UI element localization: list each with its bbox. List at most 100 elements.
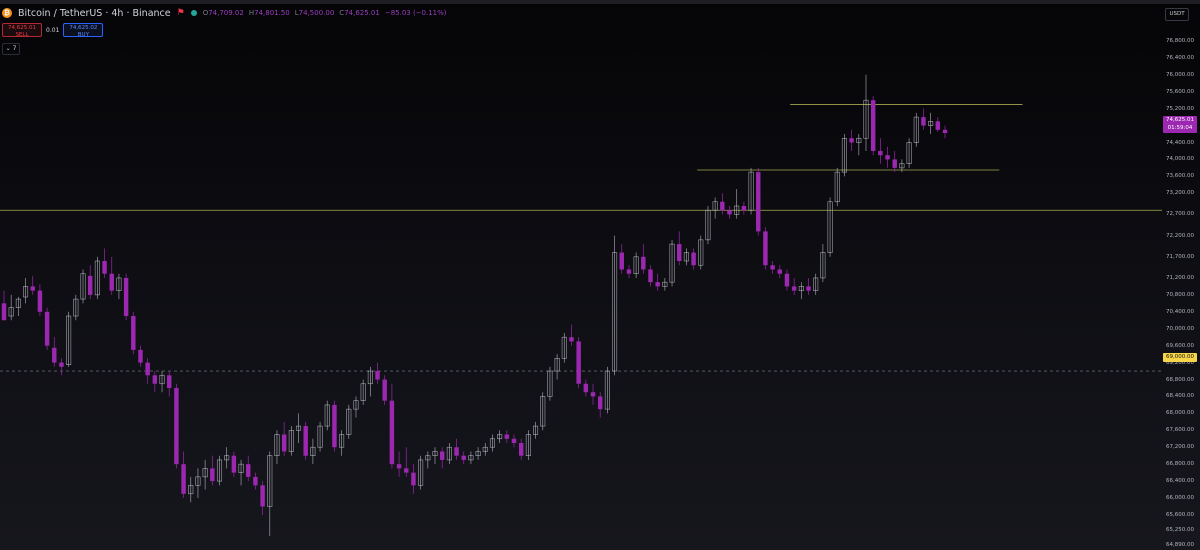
price-tick: 68,800.00 [1166,376,1194,383]
price-tick: 71,700.00 [1166,253,1194,260]
candle-body [921,117,926,126]
candle-body [770,265,775,270]
level-price-tag: 69,000.00 [1163,353,1197,362]
trade-panel: 74,625.01 SELL 0.01 74,625.02 BUY [2,23,104,38]
symbol-title[interactable]: Bitcoin / TetherUS · 4h · Binance [18,8,171,19]
candle-body [102,261,107,274]
candle-body [30,286,35,291]
price-tick: 73,600.00 [1166,173,1194,180]
candle-body [37,290,43,312]
candle-body [655,282,660,287]
sell-price: 74,625.01 [8,25,36,31]
candle-body [210,468,215,482]
candle-body [439,451,445,460]
candle-body [590,392,596,397]
price-tick: 75,600.00 [1166,88,1194,95]
candle-body [511,438,517,444]
price-tick: 68,000.00 [1166,410,1194,417]
price-tick: 65,600.00 [1166,511,1194,518]
price-tick: 66,800.00 [1166,461,1194,468]
price-tick: 66,400.00 [1166,478,1194,485]
candle-body [576,341,581,384]
price-tick: 74,000.00 [1166,156,1194,163]
candle-body [461,455,466,460]
candle-body [648,269,653,283]
candle-body [260,485,265,507]
price-tick: 72,200.00 [1166,232,1194,239]
candle-body [131,316,136,350]
currency-button[interactable]: USDT [1165,8,1189,21]
candle-body [281,434,287,452]
buy-price: 74,625.02 [69,25,98,31]
indicators-toggle[interactable]: ⌄ 7 [2,43,20,55]
candle-body [892,159,897,168]
candle-body [375,371,380,380]
price-tick: 69,600.00 [1166,342,1194,349]
candle-body [878,150,883,156]
candle-body [1,303,7,321]
indicators-count: 7 [12,45,17,52]
candle-body [138,349,143,363]
candle-body [44,311,50,346]
candle-body [166,375,172,388]
candle-body [518,443,524,456]
price-tick: 65,250.00 [1166,526,1194,533]
high-value: 74,801.50 [254,9,290,17]
candle-body [303,426,308,456]
price-tick: 72,700.00 [1166,211,1194,218]
open-value: 74,709.02 [208,9,244,17]
candle-body [727,210,732,215]
candle-body [246,464,251,477]
candle-body [597,396,603,410]
candle-body [806,286,811,291]
price-tick: 75,200.00 [1166,105,1194,112]
change-value: −85.03 (−0.11%) [384,9,447,17]
candle-body [174,387,179,465]
candle-body [181,464,186,494]
low-value: 74,500.00 [298,9,335,17]
candle-body [626,269,632,274]
price-tick: 73,200.00 [1166,190,1194,197]
flag-icon[interactable]: ⚑ [177,8,185,18]
candle-body [720,201,725,211]
buy-button[interactable]: 74,625.02 BUY [63,23,104,38]
candle-body [145,362,150,376]
candle-body [569,337,574,342]
candle-body [454,447,459,456]
candle-body [641,256,646,270]
candle-body [123,277,129,317]
candle-body [52,347,57,363]
candle-body [152,375,158,384]
candle-body [504,434,510,439]
ohlc-values: O74,709.02 H74,801.50 L74,500.00 C74,625… [203,9,447,17]
sell-label: SELL [15,31,29,38]
price-tick: 71,200.00 [1166,274,1194,281]
price-tick: 64,890.00 [1166,542,1194,548]
candle-body [619,252,624,270]
candle-body [109,273,114,291]
price-tick: 70,800.00 [1166,291,1194,298]
price-axis[interactable]: 76,800.00 76,400.00 76,000.00 75,600.00 75,2… [1162,0,1200,550]
candle-body [231,455,237,473]
price-tick: 67,200.00 [1166,444,1194,451]
candle-body [935,121,941,130]
price-tick: 67,600.00 [1166,427,1194,434]
price-tick: 76,400.00 [1166,54,1194,61]
candle-body [870,100,876,151]
bitcoin-icon: ₿ [2,8,12,18]
chevron-down-icon: ⌄ [5,45,11,52]
candle-body [404,468,409,473]
price-tick: 68,400.00 [1166,393,1194,400]
spread-value: 0.01 [46,26,60,34]
candle-body [87,275,93,295]
price-chart[interactable] [0,0,1162,550]
candle-body [849,138,854,143]
candle-body [885,155,890,160]
price-tick: 76,800.00 [1166,37,1194,44]
sell-button[interactable]: 74,625.01 SELL [2,23,42,38]
candle-body [784,273,790,287]
price-tick: 70,400.00 [1166,308,1194,315]
candle-body [396,464,402,469]
bar-countdown: 01:59:04 [1167,125,1193,131]
price-tick: 66,000.00 [1166,495,1194,502]
